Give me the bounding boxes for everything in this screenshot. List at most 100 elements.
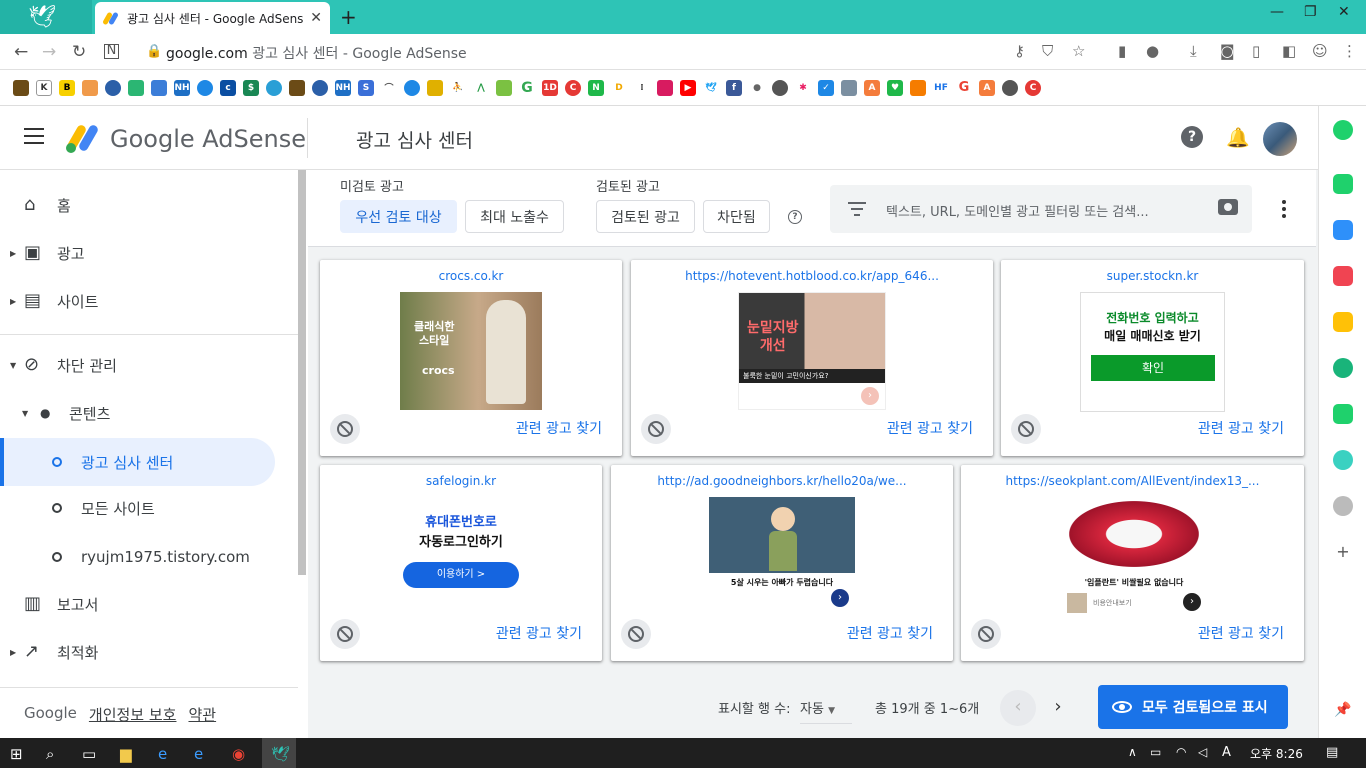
sidebar-item-sites[interactable]: ▶ ▤ 사이트 (0, 277, 280, 325)
facebook-icon[interactable]: f (726, 79, 742, 96)
block-ad-icon[interactable] (641, 414, 671, 444)
ad-creative-image[interactable]: 전화번호 입력하고 매일 매매신호 받기 확인 (1080, 292, 1225, 412)
ad-card[interactable]: https://hotevent.hotblood.co.kr/app_646.… (631, 260, 993, 456)
task-view-icon[interactable]: ▭ (82, 745, 96, 763)
expand-arrow-icon[interactable]: ▶ (10, 648, 16, 657)
help-icon[interactable]: ? (788, 210, 802, 224)
minimize-icon[interactable]: — (1270, 4, 1284, 20)
extension-icon[interactable]: ▮ (1118, 42, 1126, 60)
ad-domain[interactable]: https://seokplant.com/AllEvent/index13_.… (961, 474, 1304, 488)
chevron-right-icon[interactable]: › (1183, 593, 1201, 611)
reading-list-icon[interactable]: ▯ (1252, 42, 1260, 60)
bookmark-icon[interactable]: ✓ (818, 79, 834, 96)
terms-link[interactable]: 약관 (188, 704, 216, 725)
volume-icon[interactable]: ◁ (1198, 745, 1207, 759)
tab-close-icon[interactable]: ✕ (310, 10, 322, 26)
bookmark-icon[interactable] (772, 79, 788, 96)
apple-icon[interactable]: ● (749, 79, 765, 96)
new-tab-button[interactable]: + (340, 5, 357, 29)
help-icon[interactable]: ? (1181, 126, 1203, 148)
bookmark-icon[interactable]: ✱ (795, 79, 811, 96)
download-icon[interactable]: ⤓ (1190, 42, 1197, 60)
avatar[interactable] (1263, 122, 1297, 156)
related-ads-link[interactable]: 관련 광고 찾기 (1198, 623, 1284, 643)
sidebar-item-reports[interactable]: ▥ 보고서 (0, 580, 280, 628)
bookmark-icon[interactable]: D (611, 79, 627, 96)
related-ads-link[interactable]: 관련 광고 찾기 (1198, 418, 1284, 438)
ad-creative-image[interactable]: 5살 시우는 아빠가 두렵습니다 › (709, 497, 855, 615)
menu-icon[interactable]: ⋮ (1342, 42, 1357, 60)
chip-max-impressions[interactable]: 최대 노출수 (465, 200, 564, 233)
pocket-icon[interactable] (1333, 266, 1353, 286)
windows-start-icon[interactable]: ⊞ (10, 745, 23, 763)
search-input[interactable]: 텍스트, URL, 도메인별 광고 필터링 또는 검색... (886, 201, 1149, 220)
camera-icon[interactable] (1218, 199, 1238, 215)
profile-icon[interactable]: ☺ (1312, 42, 1328, 60)
block-ad-icon[interactable] (330, 619, 360, 649)
battery-icon[interactable]: ▭ (1150, 745, 1161, 759)
edge-icon[interactable] (1333, 358, 1353, 378)
bookmark-icon[interactable] (404, 79, 420, 96)
ad-creative-image[interactable]: 클래식한 스타일 crocs (400, 292, 542, 410)
bookmark-icon[interactable] (128, 79, 144, 96)
filter-icon[interactable] (848, 202, 866, 220)
ad-domain[interactable]: super.stockn.kr (1001, 269, 1304, 283)
pin-icon[interactable]: 📌 (1333, 702, 1353, 722)
sidebar-item-ads[interactable]: ▶ ▣ 광고 (0, 229, 280, 277)
ie-icon[interactable]: e (194, 745, 203, 763)
chrome-icon[interactable]: ◉ (232, 745, 245, 763)
privacy-link[interactable]: 개인정보 보호 (89, 704, 177, 725)
add-icon[interactable]: + (1333, 542, 1353, 562)
bookmark-icon[interactable]: S (358, 79, 374, 96)
block-ad-icon[interactable] (971, 619, 1001, 649)
ad-domain[interactable]: http://ad.goodneighbors.kr/hello20a/we..… (611, 474, 953, 488)
bookmark-icon[interactable] (266, 79, 282, 96)
block-ad-icon[interactable] (1011, 414, 1041, 444)
clock[interactable]: 오후 8:26 (1250, 745, 1303, 762)
bookmark-icon[interactable]: $ (243, 79, 259, 96)
bookmark-icon[interactable] (1002, 79, 1018, 96)
bookmark-icon[interactable]: A (864, 79, 880, 96)
bookmark-icon[interactable] (496, 79, 512, 96)
shield-icon[interactable]: ⛉ (1042, 42, 1053, 60)
next-page-button[interactable]: › (1040, 690, 1076, 726)
ad-domain[interactable]: https://hotevent.hotblood.co.kr/app_646.… (631, 269, 993, 283)
bookmark-icon[interactable]: N (588, 79, 604, 96)
notification-center-icon[interactable]: ▤ (1326, 745, 1338, 760)
sidebar-scrollbar[interactable] (298, 170, 306, 575)
ad-confirm-button[interactable]: 확인 (1091, 355, 1215, 381)
play-icon[interactable] (1333, 450, 1353, 470)
related-ads-link[interactable]: 관련 광고 찾기 (887, 418, 973, 438)
block-ad-icon[interactable] (621, 619, 651, 649)
key-icon[interactable]: ⚷ (1014, 42, 1025, 60)
window-close-icon[interactable]: ✕ (1338, 4, 1350, 20)
bookmark-icon[interactable] (910, 79, 926, 96)
chevron-right-icon[interactable]: › (831, 589, 849, 607)
related-ads-link[interactable]: 관련 광고 찾기 (847, 623, 933, 643)
more-options-icon[interactable] (1282, 200, 1286, 221)
star-icon[interactable] (1333, 312, 1353, 332)
square-icon[interactable] (1333, 404, 1353, 424)
restore-icon[interactable]: ❐ (1304, 4, 1317, 20)
camera-icon[interactable]: ◙ (1220, 42, 1235, 60)
bookmark-icon[interactable]: ⋀ (473, 79, 489, 96)
ad-domain[interactable]: safelogin.kr (320, 474, 602, 488)
bookmark-icon[interactable] (657, 79, 673, 96)
sidebar-item-blocking[interactable]: ▼ ⊘ 차단 관리 (0, 341, 280, 389)
bookmark-icon[interactable]: ♥ (887, 79, 903, 96)
ad-card[interactable]: safelogin.kr 휴대폰번호로 자동로그인하기 이용하기 > 관련 광고 … (320, 465, 602, 661)
chip-blocked[interactable]: 차단됨 (703, 200, 770, 233)
url-field[interactable]: google.com 광고 심사 센터 - Google AdSense (166, 43, 467, 63)
twitter-icon[interactable]: 🕊 (703, 79, 719, 96)
back-icon[interactable]: ← (14, 42, 28, 62)
ad-creative-image[interactable]: '임플란트' 비쌀필요 없습니다 비용안내보기 › (1061, 495, 1207, 615)
ad-use-button[interactable]: 이용하기 > (403, 562, 519, 588)
bookmark-icon[interactable]: NH (174, 79, 190, 96)
file-explorer-icon[interactable]: ▆ (120, 745, 132, 763)
sidebar-item-ad-review-center[interactable]: 광고 심사 센터 (0, 438, 275, 486)
search-box[interactable]: 텍스트, URL, 도메인별 광고 필터링 또는 검색... (830, 185, 1252, 233)
bookmark-icon[interactable]: NH (335, 79, 351, 96)
bookmark-icon[interactable] (105, 79, 121, 96)
character-icon[interactable] (1333, 496, 1353, 516)
sidebar-item-content[interactable]: ▼ ● 콘텐츠 (0, 389, 280, 437)
